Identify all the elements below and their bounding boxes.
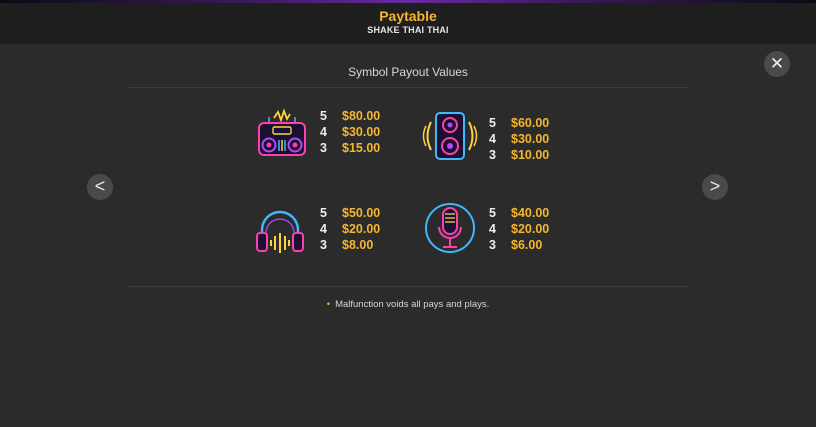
payout-row: 5 $80.00 <box>320 108 410 124</box>
chevron-right-icon: > <box>709 176 721 196</box>
bottom-divider <box>128 286 688 287</box>
payout-row: 3 $8.00 <box>320 237 410 253</box>
symbol-count: 5 <box>489 206 496 220</box>
symbol-count: 3 <box>320 238 327 252</box>
boombox-icon <box>258 108 306 156</box>
symbol-count: 4 <box>489 132 496 146</box>
prev-page-button[interactable]: < <box>87 174 113 200</box>
chevron-left-icon: < <box>94 176 106 196</box>
payout-value: $6.00 <box>511 238 543 252</box>
symbol-count: 5 <box>489 116 496 130</box>
close-icon: ✕ <box>769 54 785 73</box>
payout-row: 4 $20.00 <box>489 221 579 237</box>
symbol-count: 5 <box>320 206 327 220</box>
payout-row: 3 $15.00 <box>320 140 410 156</box>
close-button[interactable]: ✕ <box>764 51 790 77</box>
payout-row: 5 $50.00 <box>320 205 410 221</box>
payout-value: $30.00 <box>342 125 381 139</box>
payout-value: $15.00 <box>342 141 381 155</box>
payout-row: 3 $10.00 <box>489 147 579 163</box>
microphone-payouts: 5 $40.00 4 $20.00 3 $6.00 <box>489 205 579 253</box>
boombox-payouts: 5 $80.00 4 $30.00 3 $15.00 <box>320 108 410 156</box>
headphones-payouts: 5 $50.00 4 $20.00 3 $8.00 <box>320 205 410 253</box>
symbol-count: 4 <box>489 222 496 236</box>
symbol-count: 4 <box>320 222 327 236</box>
payout-row: 5 $60.00 <box>489 115 579 131</box>
symbol-count: 3 <box>489 148 496 162</box>
payout-value: $20.00 <box>342 222 381 236</box>
game-name: SHAKE THAI THAI <box>367 25 449 35</box>
payout-value: $80.00 <box>342 109 381 123</box>
payout-row: 3 $6.00 <box>489 237 579 253</box>
note-text: Malfunction voids all pays and plays. <box>335 299 490 310</box>
malfunction-note: • Malfunction voids all pays and plays. <box>0 299 816 311</box>
headphones-icon <box>256 210 304 253</box>
next-page-button[interactable]: > <box>702 174 728 200</box>
bullet-icon: • <box>326 299 331 310</box>
payout-row: 4 $30.00 <box>489 131 579 147</box>
payout-value: $10.00 <box>511 148 550 162</box>
payout-row: 4 $20.00 <box>320 221 410 237</box>
section-title: Symbol Payout Values <box>348 65 468 79</box>
speaker-icon <box>422 112 478 160</box>
header-bar: Paytable SHAKE THAI THAI <box>0 3 816 44</box>
top-divider <box>128 87 688 88</box>
payout-value: $30.00 <box>511 132 550 146</box>
page-title: Paytable <box>379 8 437 24</box>
symbol-count: 5 <box>320 109 327 123</box>
payout-value: $8.00 <box>342 238 374 252</box>
payout-value: $40.00 <box>511 206 550 220</box>
payout-value: $60.00 <box>511 116 550 130</box>
payout-row: 5 $40.00 <box>489 205 579 221</box>
microphone-icon <box>425 203 475 253</box>
symbol-count: 4 <box>320 125 327 139</box>
speaker-payouts: 5 $60.00 4 $30.00 3 $10.00 <box>489 115 579 163</box>
payout-value: $20.00 <box>511 222 550 236</box>
symbol-count: 3 <box>320 141 327 155</box>
payout-row: 4 $30.00 <box>320 124 410 140</box>
symbol-count: 3 <box>489 238 496 252</box>
payout-value: $50.00 <box>342 206 381 220</box>
